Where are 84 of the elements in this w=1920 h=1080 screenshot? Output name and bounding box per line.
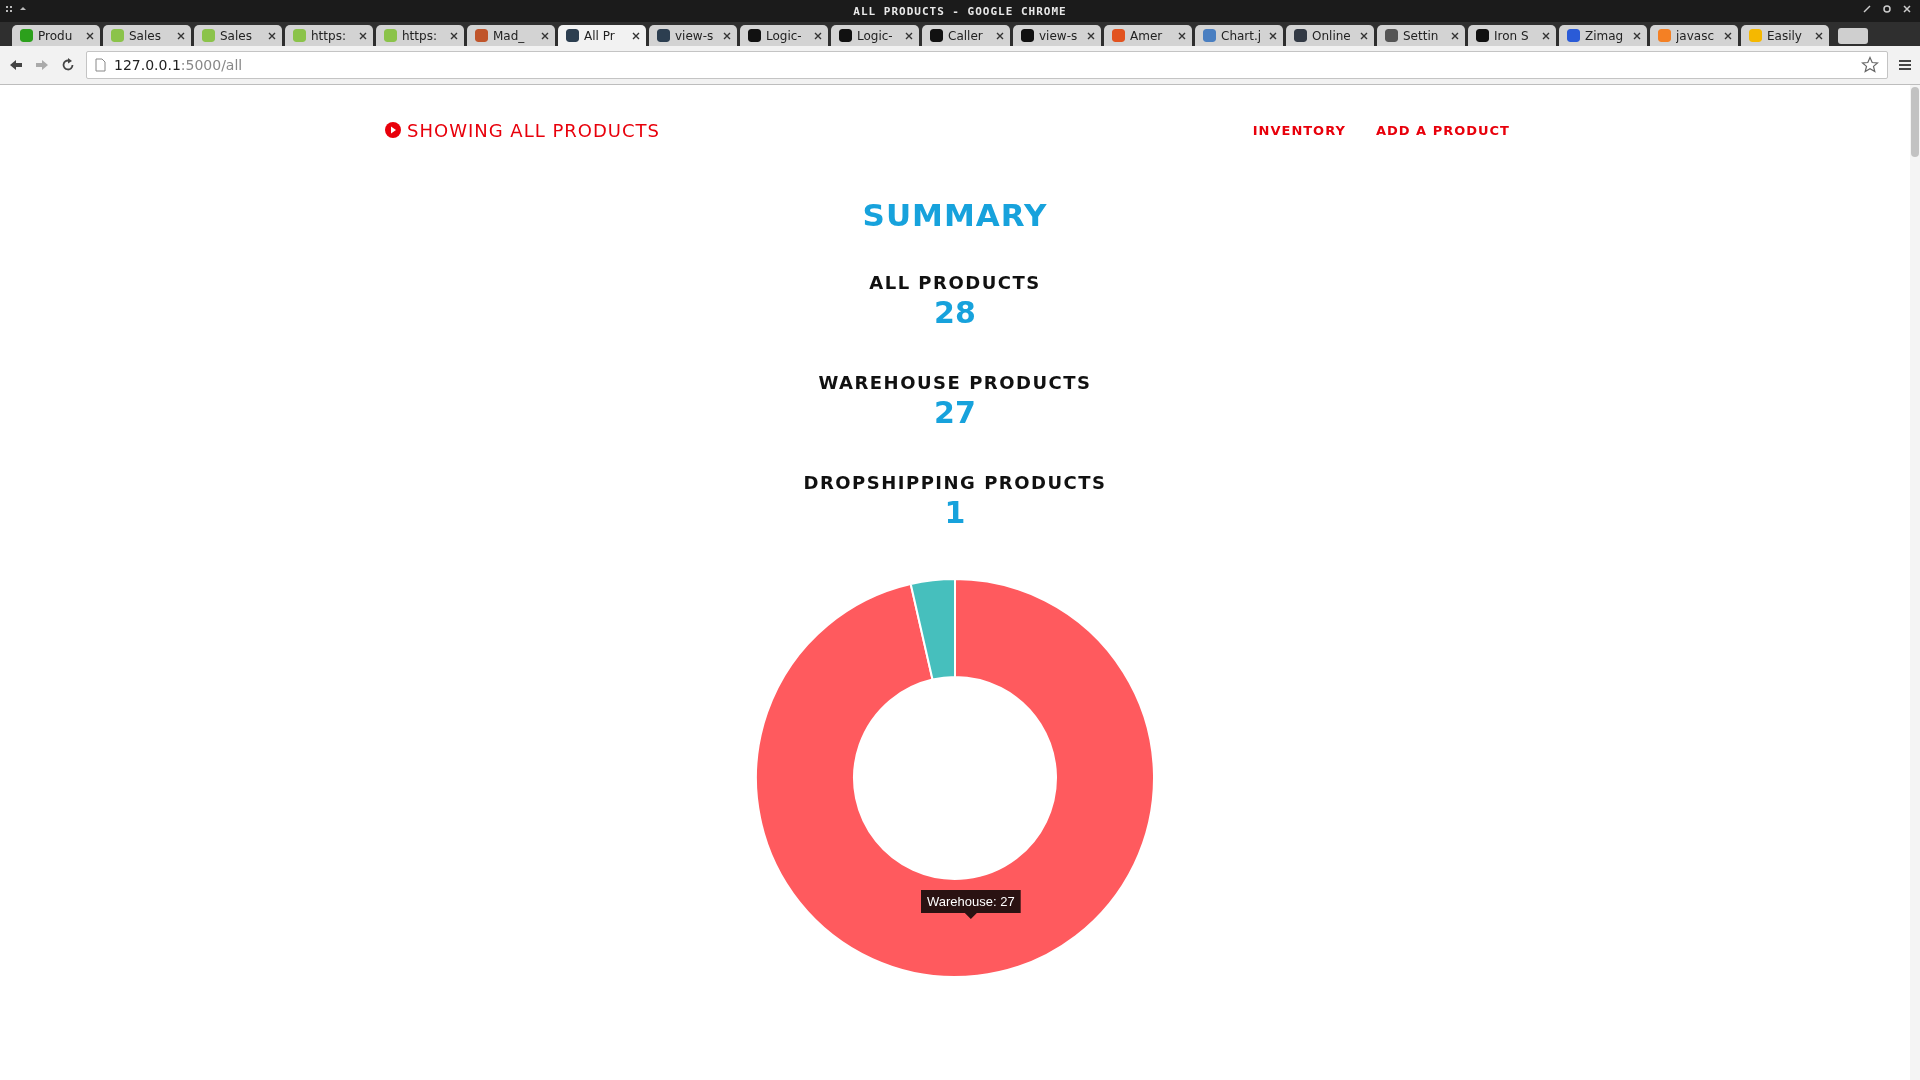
site-icon — [1203, 29, 1216, 42]
site-icon — [1658, 29, 1671, 42]
window-menu-icon[interactable] — [6, 5, 28, 15]
browser-tab[interactable]: Sales — [103, 25, 191, 46]
site-icon — [1567, 29, 1580, 42]
donut-slice[interactable] — [755, 578, 1155, 978]
browser-tab[interactable]: Logic- — [831, 25, 919, 46]
maximize-icon[interactable] — [1862, 4, 1872, 14]
browser-tab[interactable]: Logic- — [740, 25, 828, 46]
browser-tab[interactable]: Zimag — [1559, 25, 1647, 46]
browser-tab[interactable]: javasc — [1650, 25, 1738, 46]
close-icon[interactable] — [1269, 31, 1277, 40]
donut-slice[interactable] — [909, 578, 956, 681]
close-icon[interactable] — [1451, 31, 1459, 40]
close-icon[interactable] — [86, 31, 94, 40]
close-icon[interactable] — [268, 31, 276, 40]
site-icon — [1749, 29, 1762, 42]
close-icon[interactable] — [1178, 31, 1186, 40]
site-icon — [566, 29, 579, 42]
back-icon[interactable] — [8, 57, 24, 73]
site-icon — [20, 29, 33, 42]
site-icon — [293, 29, 306, 42]
address-field[interactable]: 127.0.0.1:5000/all — [86, 51, 1888, 79]
stat-value: 27 — [934, 395, 976, 430]
browser-tab[interactable]: Mad_ — [467, 25, 555, 46]
browser-tab[interactable]: view-s — [1013, 25, 1101, 46]
site-icon — [475, 29, 488, 42]
reload-icon[interactable] — [60, 57, 76, 73]
site-icon — [657, 29, 670, 42]
browser-tab[interactable]: https: — [285, 25, 373, 46]
window-title: ALL PRODUCTS - GOOGLE CHROME — [853, 4, 1067, 18]
browser-tab[interactable]: Settin — [1377, 25, 1465, 46]
stat-label: DROPSHIPPING PRODUCTS — [803, 472, 1107, 493]
restore-icon[interactable] — [1882, 4, 1892, 14]
site-icon — [1021, 29, 1034, 42]
site-icon — [839, 29, 852, 42]
nav-link[interactable]: INVENTORY — [1252, 122, 1346, 138]
summary-heading: SUMMARY — [862, 197, 1048, 233]
browser-tab[interactable]: Produ — [12, 25, 100, 46]
stat-label: WAREHOUSE PRODUCTS — [818, 372, 1092, 393]
site-icon — [111, 29, 124, 42]
stat-label: ALL PRODUCTS — [869, 272, 1041, 293]
close-icon[interactable] — [905, 31, 913, 40]
browser-tab[interactable]: Chart.j — [1195, 25, 1283, 46]
browser-tab[interactable]: Easily — [1741, 25, 1829, 46]
page-title: SHOWING ALL PRODUCTS — [385, 119, 660, 141]
browser-tab[interactable]: All Pr — [558, 25, 646, 46]
close-icon[interactable] — [177, 31, 185, 40]
site-icon — [1294, 29, 1307, 42]
close-icon[interactable] — [450, 31, 458, 40]
stat-value: 28 — [934, 295, 976, 330]
close-icon[interactable] — [1724, 31, 1732, 40]
play-icon — [385, 122, 401, 138]
scrollbar[interactable] — [1910, 85, 1920, 1080]
browser-tab[interactable]: Caller — [922, 25, 1010, 46]
site-icon — [202, 29, 215, 42]
close-icon[interactable] — [1633, 31, 1641, 40]
close-icon[interactable] — [632, 31, 640, 40]
close-icon[interactable] — [1542, 31, 1550, 40]
star-icon[interactable] — [1861, 56, 1879, 74]
close-icon[interactable] — [1087, 31, 1095, 40]
close-icon[interactable] — [814, 31, 822, 40]
site-icon — [930, 29, 943, 42]
close-icon[interactable] — [996, 31, 1004, 40]
close-icon[interactable] — [359, 31, 367, 40]
browser-tab[interactable]: Amer — [1104, 25, 1192, 46]
browser-tab[interactable]: https: — [376, 25, 464, 46]
menu-icon[interactable] — [1898, 58, 1912, 72]
browser-tab[interactable]: Sales — [194, 25, 282, 46]
site-icon — [1385, 29, 1398, 42]
stat-value: 1 — [944, 495, 966, 530]
browser-tab[interactable]: view-s — [649, 25, 737, 46]
close-icon[interactable] — [1815, 31, 1823, 40]
close-icon[interactable] — [723, 31, 731, 40]
site-icon — [1112, 29, 1125, 42]
browser-tab[interactable]: Online — [1286, 25, 1374, 46]
nav-link[interactable]: ADD A PRODUCT — [1375, 122, 1510, 138]
browser-tab[interactable]: Iron S — [1468, 25, 1556, 46]
site-icon — [384, 29, 397, 42]
site-icon — [748, 29, 761, 42]
page-icon — [95, 58, 106, 72]
close-icon[interactable] — [541, 31, 549, 40]
site-icon — [1476, 29, 1489, 42]
close-icon[interactable] — [1360, 31, 1368, 40]
